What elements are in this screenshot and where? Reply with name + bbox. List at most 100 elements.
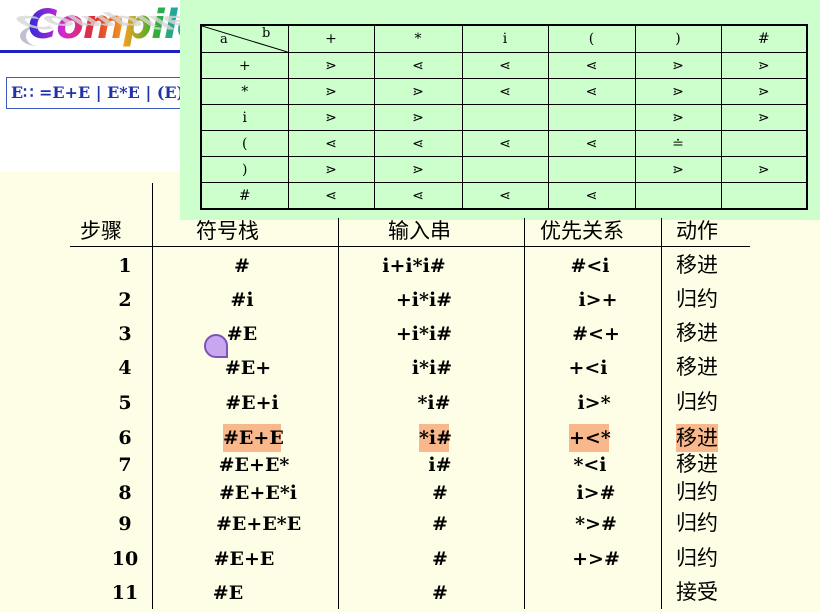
matrix-row: ) ⋗ ⋗ ⋗ ⋗ bbox=[200, 156, 808, 183]
matrix-cell: ⋗ bbox=[634, 104, 722, 131]
action-value: 归约 bbox=[676, 511, 718, 535]
matrix-cell: ≐ bbox=[634, 130, 722, 157]
relation-value: i># bbox=[576, 482, 616, 504]
input-value: +i*i# bbox=[395, 289, 453, 311]
header-step: 步骤 bbox=[80, 219, 122, 243]
matrix-cell: ⋗ bbox=[720, 104, 808, 131]
header-underline bbox=[70, 246, 750, 247]
matrix-cell: ⋗ bbox=[287, 52, 375, 79]
action-value-highlighted: 移进 bbox=[676, 424, 718, 452]
column-divider bbox=[338, 218, 339, 609]
input-value: i+i*i# bbox=[382, 255, 446, 277]
matrix-cell: ⋗ bbox=[373, 156, 463, 183]
matrix-row-header: + bbox=[200, 52, 289, 79]
matrix-row-header: i bbox=[200, 104, 289, 131]
relation-value: +># bbox=[572, 548, 620, 570]
matrix-cell: ⋖ bbox=[287, 130, 375, 157]
step-number: 8 bbox=[118, 482, 132, 504]
stack-value: #E+E*E bbox=[216, 513, 302, 535]
step-number: 7 bbox=[118, 454, 132, 476]
step-number: 5 bbox=[118, 392, 132, 414]
action-value: 归约 bbox=[676, 480, 718, 504]
action-value: 移进 bbox=[676, 253, 718, 277]
step-number: 1 bbox=[118, 255, 132, 277]
compiler-logo: Compiler Compiler bbox=[7, 2, 223, 54]
pointer-cursor-icon bbox=[204, 334, 228, 358]
action-value: 归约 bbox=[676, 546, 718, 570]
matrix-cell: ⋖ bbox=[461, 130, 549, 157]
matrix-col-header: + bbox=[287, 24, 375, 53]
input-value: # bbox=[432, 582, 448, 604]
corner-col-label: b bbox=[262, 26, 271, 41]
matrix-cell: ⋗ bbox=[287, 156, 375, 183]
input-value: i*i# bbox=[411, 357, 453, 379]
stack-value: #E+ bbox=[224, 357, 272, 379]
matrix-cell bbox=[547, 104, 636, 131]
header-relation: 优先关系 bbox=[540, 219, 624, 243]
input-value-highlighted: *i# bbox=[419, 424, 452, 452]
matrix-row-header: ( bbox=[200, 130, 289, 157]
matrix-corner-cell: a b bbox=[200, 24, 289, 53]
input-value: # bbox=[432, 548, 448, 570]
step-number: 6 bbox=[118, 427, 132, 449]
relation-value: *<i bbox=[573, 454, 607, 476]
matrix-row: ( ⋖ ⋖ ⋖ ⋖ ≐ bbox=[200, 130, 808, 157]
matrix-col-header: # bbox=[720, 24, 808, 53]
matrix-cell: ⋗ bbox=[634, 78, 722, 105]
matrix-cell: ⋖ bbox=[461, 182, 549, 210]
matrix-row-header: * bbox=[200, 78, 289, 105]
matrix-col-header: ( bbox=[547, 24, 636, 53]
relation-value-highlighted: +<* bbox=[569, 424, 611, 452]
matrix-row: * ⋗ ⋗ ⋖ ⋖ ⋗ ⋗ bbox=[200, 78, 808, 105]
matrix-cell bbox=[634, 182, 722, 210]
input-value: *i# bbox=[417, 392, 451, 414]
matrix-cell: ⋗ bbox=[373, 104, 463, 131]
action-value: 归约 bbox=[676, 287, 718, 311]
relation-value: +<i bbox=[568, 357, 608, 379]
matrix-cell: ⋗ bbox=[287, 104, 375, 131]
stack-value: #E+E* bbox=[218, 454, 290, 476]
matrix-cell bbox=[720, 182, 808, 210]
matrix-cell: ⋗ bbox=[720, 78, 808, 105]
step-number: 3 bbox=[118, 323, 132, 345]
matrix-col-header: ) bbox=[634, 24, 722, 53]
matrix-row-header: # bbox=[200, 182, 289, 210]
matrix-header-row: a b + * i ( ) # bbox=[200, 24, 808, 53]
matrix-cell: ⋗ bbox=[287, 78, 375, 105]
action-value: 移进 bbox=[676, 355, 718, 379]
matrix-cell: ⋖ bbox=[373, 130, 463, 157]
input-value: +i*i# bbox=[395, 323, 453, 345]
matrix-cell: ⋖ bbox=[461, 78, 549, 105]
matrix-cell: ⋖ bbox=[461, 52, 549, 79]
step-number: 2 bbox=[118, 289, 132, 311]
matrix-cell: ⋗ bbox=[634, 156, 722, 183]
relation-value: i>+ bbox=[578, 289, 618, 311]
stack-value: #E+i bbox=[225, 392, 279, 414]
matrix-row: # ⋖ ⋖ ⋖ ⋖ bbox=[200, 182, 808, 210]
header-action: 动作 bbox=[676, 219, 718, 243]
matrix-row: i ⋗ ⋗ ⋗ ⋗ bbox=[200, 104, 808, 131]
action-value: 接受 bbox=[676, 580, 718, 604]
step-number: 11 bbox=[111, 582, 139, 604]
relation-value: #<i bbox=[570, 255, 610, 277]
input-value: i# bbox=[428, 454, 452, 476]
matrix-col-header: * bbox=[373, 24, 463, 53]
matrix-cell: ⋖ bbox=[373, 52, 463, 79]
column-divider bbox=[661, 218, 662, 609]
matrix-cell: ⋗ bbox=[720, 52, 808, 79]
matrix-cell: ⋖ bbox=[287, 182, 375, 210]
corner-row-label: a bbox=[220, 32, 228, 47]
matrix-cell: ⋗ bbox=[373, 78, 463, 105]
stack-value: #i bbox=[230, 289, 254, 311]
column-divider bbox=[524, 218, 525, 609]
precedence-matrix: a b + * i ( ) # + ⋗ ⋖ ⋖ ⋖ ⋗ ⋗ * ⋗ ⋗ ⋖ ⋖ … bbox=[200, 24, 808, 210]
matrix-cell bbox=[547, 156, 636, 183]
action-value: 归约 bbox=[676, 390, 718, 414]
input-value: # bbox=[432, 482, 448, 504]
stack-value: #E+E*i bbox=[219, 482, 297, 504]
step-number: 10 bbox=[111, 548, 139, 570]
title-underline bbox=[0, 50, 180, 53]
input-value: # bbox=[432, 513, 448, 535]
action-value: 移进 bbox=[676, 321, 718, 345]
matrix-cell bbox=[461, 104, 549, 131]
